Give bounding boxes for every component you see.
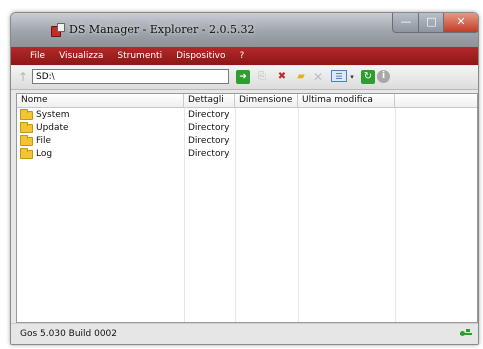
window-title: DS Manager - Explorer - 2.0.5.32 [69,23,255,36]
item-details: Directory [188,110,230,120]
list-item[interactable]: Update Directory [17,122,477,135]
menu-strumenti[interactable]: Strumenti [117,51,162,61]
new-folder-icon[interactable]: ▰ [294,70,308,84]
list-item[interactable]: Log Directory [17,148,477,161]
item-name: Update [36,123,69,133]
column-header-ultima-modifica[interactable]: Ultima modifica [298,94,395,107]
folder-icon [20,135,33,146]
title-bar[interactable]: DS Manager - Explorer - 2.0.5.32 — □ ✕ [11,13,478,47]
toolbar: ↑ ➜ ⎘ ✖ ▰ ✕ ☰ ▾ ↻ i [11,66,478,90]
file-list[interactable]: Nome Dettagli Dimensione Ultima modifica… [16,93,478,323]
folder-icon [20,148,33,159]
status-bar: Gos 5.030 Build 0002 [11,323,478,344]
refresh-icon[interactable]: ↻ [361,70,375,84]
menu-file[interactable]: File [30,51,45,61]
maximize-button[interactable]: □ [418,13,445,33]
info-icon[interactable]: i [377,70,390,83]
app-window: DS Manager - Explorer - 2.0.5.32 — □ ✕ F… [10,12,479,345]
item-name: System [36,110,70,120]
minimize-button[interactable]: — [392,13,420,33]
menu-help[interactable]: ? [239,51,244,61]
usb-icon [460,329,474,339]
column-header-dettagli[interactable]: Dettagli [184,94,235,107]
copy-icon[interactable]: ⎘ [255,70,269,84]
path-input[interactable] [32,69,229,84]
view-icon[interactable]: ☰ [331,70,347,82]
title-group: DS Manager - Explorer - 2.0.5.32 [51,23,255,37]
up-arrow-icon[interactable]: ↑ [15,69,31,85]
menu-visualizza[interactable]: Visualizza [59,51,103,61]
item-details: Directory [188,123,230,133]
item-name: Log [36,149,53,159]
column-header-dimensione[interactable]: Dimensione [235,94,298,107]
item-name: File [36,136,52,146]
item-details: Directory [188,136,230,146]
close-button[interactable]: ✕ [443,13,478,33]
delete-icon[interactable]: ✕ [311,70,325,84]
list-header: Nome Dettagli Dimensione Ultima modifica [17,94,477,108]
column-header-nome[interactable]: Nome [17,94,184,107]
app-icon [51,23,65,37]
list-item[interactable]: File Directory [17,135,477,148]
go-arrow-icon[interactable]: ➜ [236,70,250,84]
folder-icon [20,122,33,133]
view-dropdown-icon[interactable]: ▾ [348,70,356,84]
menu-bar: File Visualizza Strumenti Dispositivo ? [11,47,478,65]
folder-icon [20,109,33,120]
menu-dispositivo[interactable]: Dispositivo [176,51,225,61]
list-item[interactable]: System Directory [17,109,477,122]
status-text: Gos 5.030 Build 0002 [20,329,118,339]
item-details: Directory [188,149,230,159]
delete-device-icon[interactable]: ✖ [275,70,289,84]
